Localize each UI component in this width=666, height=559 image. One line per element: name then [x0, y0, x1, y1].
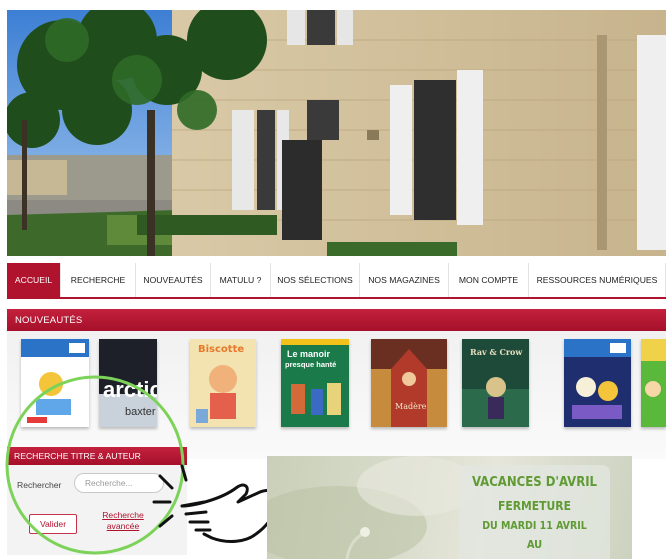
announcement-card: VACANCES D'AVRIL FERMETURE DU MARDI 11 A… [459, 465, 610, 559]
cover-raven[interactable]: Rav & Crow [462, 339, 529, 427]
cover-magazine-2[interactable] [564, 339, 631, 427]
nav-item-nos-magazines[interactable]: NOS MAGAZINES [360, 263, 449, 297]
cover-partial[interactable] [641, 339, 666, 427]
search-box-title: RECHERCHE TITRE & AUTEUR [7, 447, 187, 465]
nav-item-accueil[interactable]: ACCUEIL [7, 263, 61, 297]
cover-biscotte[interactable]: Biscotte [190, 339, 256, 427]
cover-arctic[interactable]: arctic baxter [99, 339, 157, 427]
announcement-line-2: FERMETURE [497, 499, 571, 513]
search-input[interactable] [74, 473, 164, 493]
nav-item-nos-selections[interactable]: NOS SÉLECTIONS [271, 263, 360, 297]
cover-arctic-title: arctic [103, 377, 157, 402]
main-nav: ACCUEIL RECHERCHE NOUVEAUTÉS MATULU ? NO… [7, 263, 666, 299]
cover-madere[interactable]: Madère [371, 339, 447, 427]
news-section-title: NOUVEAUTÉS [7, 309, 666, 331]
announcement-line-1: VACANCES D'AVRIL [471, 475, 598, 490]
submit-button[interactable]: Valider [29, 514, 77, 534]
cover-magazine-1[interactable] [21, 339, 89, 427]
nav-item-recherche[interactable]: RECHERCHE [61, 263, 136, 297]
search-box: Rechercher Valider Recherche avancée [7, 465, 187, 555]
advanced-search-link[interactable]: Recherche avancée [93, 510, 153, 532]
cover-manoir[interactable]: Le manoir presque hanté [281, 339, 349, 427]
page: ACCUEIL RECHERCHE NOUVEAUTÉS MATULU ? NO… [0, 0, 666, 559]
cover-madere-title: Madère [395, 402, 427, 411]
cover-arctic-author: baxter [125, 406, 156, 418]
nav-item-nouveautes[interactable]: NOUVEAUTÉS [136, 263, 211, 297]
announcement-line-4: AU [526, 538, 543, 551]
nav-item-mon-compte[interactable]: MON COMPTE [449, 263, 529, 297]
nav-item-ressources-numeriques[interactable]: RESSOURCES NUMÉRIQUES [529, 263, 666, 297]
svg-text:Le manoir: Le manoir [287, 349, 331, 359]
announcement-banner[interactable]: VACANCES D'AVRIL FERMETURE DU MARDI 11 A… [267, 456, 632, 559]
search-label: Rechercher [17, 480, 62, 490]
announcement-line-3: DU MARDI 11 AVRIL [482, 520, 587, 532]
cover-biscotte-title: Biscotte [198, 344, 244, 355]
nav-item-matulu[interactable]: MATULU ? [211, 263, 271, 297]
news-carousel: arctic baxter Biscotte Le manoir presque… [7, 331, 666, 459]
cover-raven-title: Rav & Crow [470, 347, 523, 357]
svg-text:presque hanté: presque hanté [285, 360, 336, 369]
hero-banner-photo [7, 10, 666, 256]
